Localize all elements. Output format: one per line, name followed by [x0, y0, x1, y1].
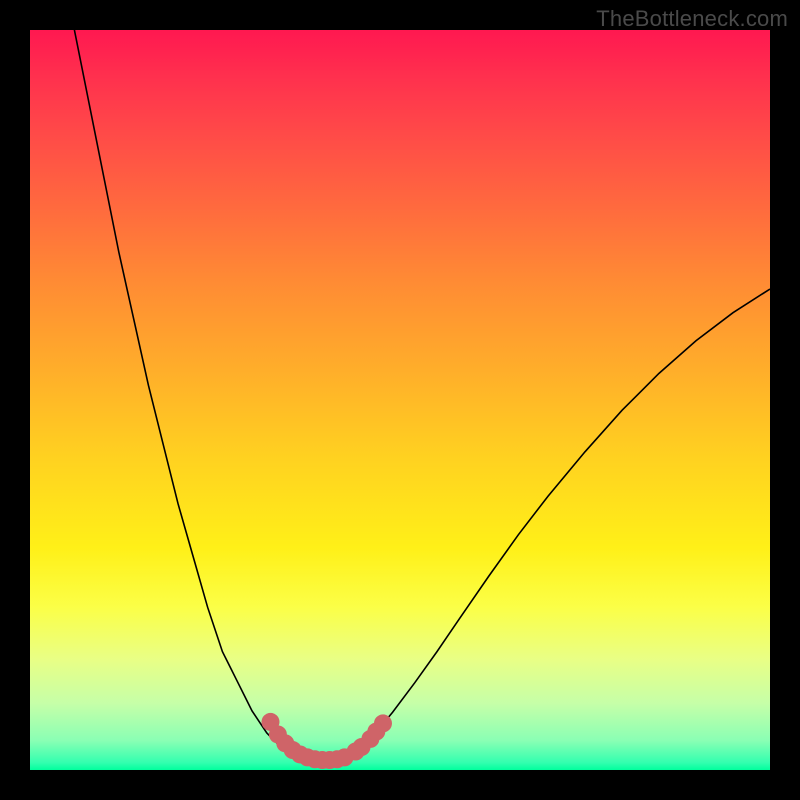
watermark-text: TheBottleneck.com: [596, 6, 788, 32]
chart-svg: [30, 30, 770, 770]
marker-cluster: [262, 713, 392, 769]
marker-point: [374, 714, 392, 732]
bottleneck-curve: [74, 30, 770, 760]
plot-area: [30, 30, 770, 770]
chart-frame: TheBottleneck.com: [0, 0, 800, 800]
